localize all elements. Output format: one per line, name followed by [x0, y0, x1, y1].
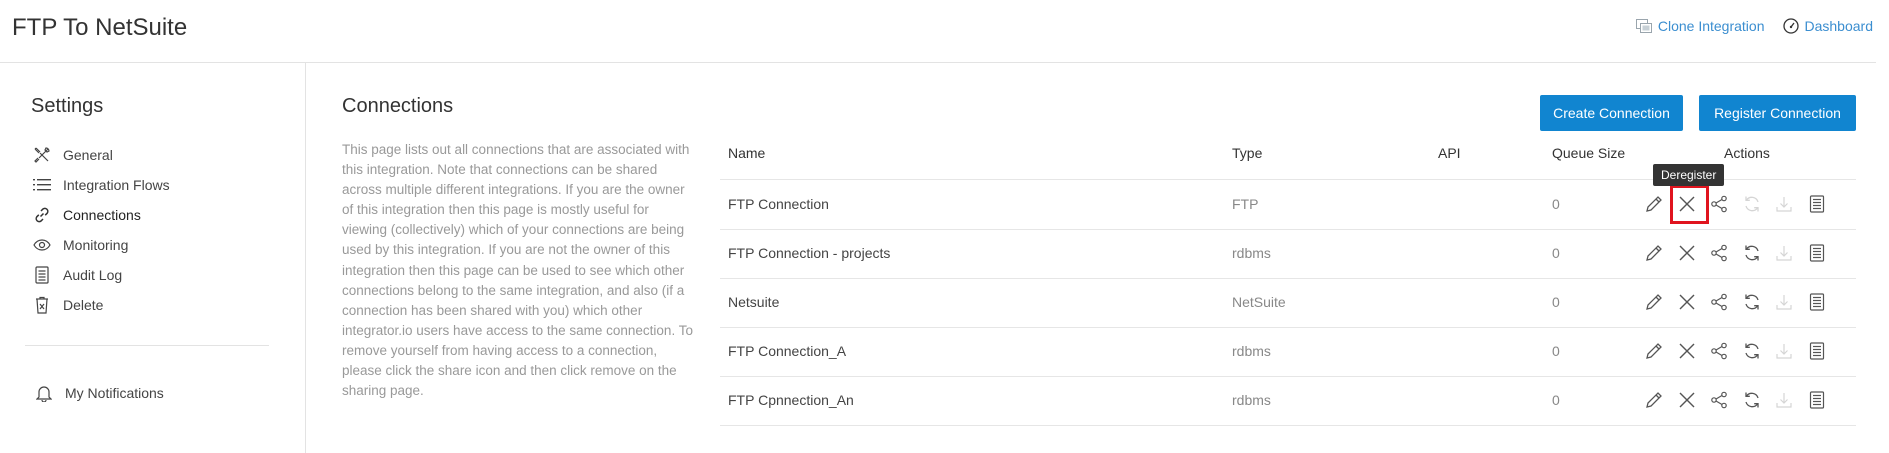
sidebar-item-label: General	[63, 147, 113, 163]
audit-log-icon[interactable]	[1805, 339, 1829, 363]
page-title: FTP To NetSuite	[12, 14, 188, 41]
sidebar-item-label: Delete	[63, 297, 104, 313]
connection-queue-size: 0	[1552, 196, 1560, 212]
header-divider	[0, 62, 1876, 63]
download-icon	[1772, 339, 1796, 363]
sidebar-nav: General Integration Flows Connections Mo…	[32, 140, 170, 320]
sidebar-item-connections[interactable]: Connections	[32, 200, 170, 230]
sidebar-item-label: Monitoring	[63, 237, 129, 253]
column-header-type: Type	[1232, 145, 1263, 161]
settings-title: Settings	[31, 95, 104, 117]
connection-name[interactable]: FTP Connection_A	[728, 343, 846, 359]
refresh-icon	[1740, 192, 1764, 216]
sidebar-divider	[305, 63, 306, 453]
sidebar-item-general[interactable]: General	[32, 140, 170, 170]
refresh-icon[interactable]	[1740, 388, 1764, 412]
table-row: FTP Cpnnection_An rdbms 0	[720, 376, 1856, 426]
refresh-icon[interactable]	[1740, 339, 1764, 363]
download-icon	[1772, 290, 1796, 314]
refresh-icon[interactable]	[1740, 241, 1764, 265]
connection-name[interactable]: Netsuite	[728, 294, 779, 310]
connection-name[interactable]: FTP Cpnnection_An	[728, 392, 854, 408]
connection-name[interactable]: FTP Connection - projects	[728, 245, 890, 261]
list-icon	[32, 175, 52, 195]
sidebar-item-label: Connections	[63, 207, 141, 223]
connection-name[interactable]: FTP Connection	[728, 196, 829, 212]
table-row: FTP Connection - projects rdbms 0	[720, 229, 1856, 279]
table-row: Netsuite NetSuite 0	[720, 278, 1856, 328]
row-actions	[1642, 339, 1837, 363]
document-icon	[32, 265, 52, 285]
header-links: Clone Integration Dashboard	[1635, 18, 1874, 34]
column-header-actions: Actions	[1724, 145, 1770, 161]
trash-icon	[32, 295, 52, 315]
audit-log-icon[interactable]	[1805, 241, 1829, 265]
tools-icon	[32, 145, 52, 165]
deregister-icon[interactable]	[1675, 241, 1699, 265]
sidebar-section-divider	[25, 345, 269, 346]
connection-queue-size: 0	[1552, 294, 1560, 310]
sidebar-item-integration-flows[interactable]: Integration Flows	[32, 170, 170, 200]
eye-icon	[32, 235, 52, 255]
sidebar-item-audit-log[interactable]: Audit Log	[32, 260, 170, 290]
sidebar-item-label: Integration Flows	[63, 177, 170, 193]
table-row: FTP Connection_A rdbms 0	[720, 327, 1856, 377]
deregister-icon[interactable]	[1675, 290, 1699, 314]
my-notifications-label: My Notifications	[65, 385, 164, 401]
deregister-tooltip: Deregister	[1653, 164, 1725, 186]
deregister-icon[interactable]	[1675, 388, 1699, 412]
my-notifications-link[interactable]: My Notifications	[34, 378, 164, 408]
sidebar-item-delete[interactable]: Delete	[32, 290, 170, 320]
download-icon	[1772, 241, 1796, 265]
connections-description: This page lists out all connections that…	[342, 142, 693, 399]
connections-title: Connections	[342, 95, 454, 117]
row-actions	[1642, 241, 1837, 265]
edit-icon[interactable]	[1642, 241, 1666, 265]
audit-log-icon[interactable]	[1805, 388, 1829, 412]
download-icon	[1772, 388, 1796, 412]
connection-queue-size: 0	[1552, 343, 1560, 359]
connection-type: rdbms	[1232, 392, 1271, 408]
edit-icon[interactable]	[1642, 192, 1666, 216]
column-header-name: Name	[728, 145, 766, 161]
audit-log-icon[interactable]	[1805, 192, 1829, 216]
audit-log-icon[interactable]	[1805, 290, 1829, 314]
share-icon[interactable]	[1707, 388, 1731, 412]
register-connection-button[interactable]: Register Connection	[1699, 95, 1856, 131]
edit-icon[interactable]	[1642, 388, 1666, 412]
dashboard-link[interactable]: Dashboard	[1782, 18, 1874, 34]
deregister-icon[interactable]	[1675, 339, 1699, 363]
download-icon	[1772, 192, 1796, 216]
connection-type: rdbms	[1232, 343, 1271, 359]
connection-type: FTP	[1232, 196, 1259, 212]
edit-icon[interactable]	[1642, 290, 1666, 314]
dashboard-label: Dashboard	[1804, 18, 1874, 34]
row-actions	[1642, 290, 1837, 314]
clone-integration-label: Clone Integration	[1657, 18, 1765, 34]
connection-type: NetSuite	[1232, 294, 1286, 310]
share-icon[interactable]	[1707, 192, 1731, 216]
deregister-highlight	[1670, 185, 1709, 224]
refresh-icon[interactable]	[1740, 290, 1764, 314]
column-header-api: API	[1438, 145, 1461, 161]
share-icon[interactable]	[1707, 241, 1731, 265]
row-actions	[1642, 388, 1837, 412]
clone-integration-link[interactable]: Clone Integration	[1635, 18, 1765, 34]
connection-type: rdbms	[1232, 245, 1271, 261]
bell-icon	[34, 383, 54, 403]
sidebar-item-label: Audit Log	[63, 267, 123, 283]
link-icon	[32, 205, 52, 225]
sidebar-item-monitoring[interactable]: Monitoring	[32, 230, 170, 260]
edit-icon[interactable]	[1642, 339, 1666, 363]
create-connection-button[interactable]: Create Connection	[1540, 95, 1683, 131]
connection-queue-size: 0	[1552, 245, 1560, 261]
column-header-queue-size: Queue Size	[1552, 145, 1626, 161]
clone-icon	[1635, 19, 1652, 33]
connection-queue-size: 0	[1552, 392, 1560, 408]
share-icon[interactable]	[1707, 290, 1731, 314]
share-icon[interactable]	[1707, 339, 1731, 363]
speedometer-icon	[1782, 18, 1799, 34]
